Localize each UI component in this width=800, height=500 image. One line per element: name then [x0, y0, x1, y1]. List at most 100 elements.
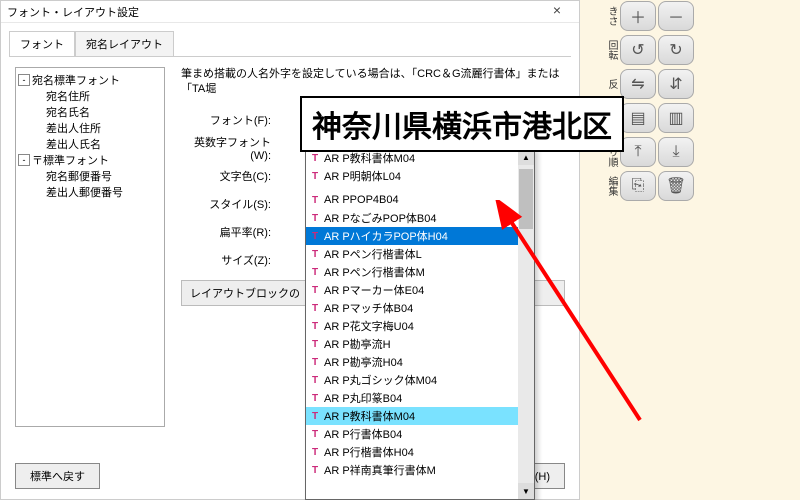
hint-text: 筆まめ搭載の人名外字を設定している場合は、「CRC＆G流麗行書体」または「TA堀 [181, 67, 565, 98]
font-item[interactable]: TAR PPOP4B04 [306, 191, 518, 209]
tab-addressee-layout[interactable]: 宛名レイアウト [75, 31, 174, 56]
truetype-icon: T [308, 247, 322, 261]
font-name: AR PなごみPOP体B04 [324, 210, 436, 226]
tab-font[interactable]: フォント [9, 31, 75, 56]
scroll-down-button[interactable]: ▼ [518, 483, 534, 499]
alnum-font-label: 英数字フォント(W): [181, 134, 271, 162]
tree-item[interactable]: -宛名標準フォント [18, 72, 162, 88]
tool-group: ▤▥ [605, 102, 735, 134]
rotate-ccw-icon[interactable]: ↺ [620, 35, 656, 65]
tree-label: 〒標準フォント [32, 152, 109, 168]
layer-back-icon[interactable]: ▥ [658, 103, 694, 133]
flip-v-icon[interactable]: ⇵ [658, 69, 694, 99]
font-dropdown-list[interactable]: TAR P教科書体M04TAR P明朝体L04TAR PPOP4B04TAR P… [305, 148, 535, 500]
font-name: AR PハイカラPOP体H04 [324, 228, 448, 244]
truetype-icon: T [308, 193, 322, 207]
copy-icon[interactable]: ⎘ [620, 171, 656, 201]
font-name: AR P丸ゴシック体M04 [324, 372, 437, 388]
tree-item[interactable]: -〒標準フォント [18, 152, 162, 168]
tree-label: 差出人住所 [46, 120, 101, 136]
minus-icon[interactable]: － [658, 1, 694, 31]
tree-item[interactable]: 差出人住所 [18, 120, 162, 136]
tree-item[interactable]: 宛名氏名 [18, 104, 162, 120]
rotate-cw-icon[interactable]: ↻ [658, 35, 694, 65]
layer-front-icon[interactable]: ▤ [620, 103, 656, 133]
image-toolbar: きさ＋－回転↺↻反⇋⇵▤▥なり順⤒⤓編集⎘🗑 [605, 0, 735, 204]
font-item[interactable]: TAR P勘亭流H04 [306, 353, 518, 371]
font-item[interactable]: TAR PハイカラPOP体H04 [306, 227, 518, 245]
scrollbar[interactable]: ▲ ▼ [518, 149, 534, 499]
truetype-icon: T [308, 463, 322, 477]
font-name: AR P行書体B04 [324, 426, 402, 442]
font-name: AR P祥南真筆行書体M [324, 462, 436, 478]
flip-h-icon[interactable]: ⇋ [620, 69, 656, 99]
tool-group-label: きさ [605, 6, 619, 26]
font-name: AR P教科書体M04 [324, 150, 415, 166]
size-label: サイズ(Z): [181, 252, 271, 268]
font-item[interactable]: TAR P丸印篆B04 [306, 389, 518, 407]
font-item[interactable]: TAR P勘亭流H [306, 335, 518, 353]
truetype-icon: T [308, 229, 322, 243]
font-item[interactable]: TAR Pペン行楷書体M [306, 263, 518, 281]
font-item[interactable]: TAR P祥南真筆行書体M [306, 461, 518, 479]
tool-group-label: 反 [605, 79, 619, 89]
tree-label: 宛名標準フォント [32, 72, 120, 88]
font-name: AR P勘亭流H04 [324, 354, 403, 370]
address-preview: 神奈川県横浜市港北区 [300, 96, 624, 152]
tree-item[interactable]: 宛名住所 [18, 88, 162, 104]
truetype-icon: T [308, 355, 322, 369]
tabs: フォント 宛名レイアウト [1, 23, 579, 56]
tree-item[interactable]: 差出人郵便番号 [18, 184, 162, 200]
scroll-thumb[interactable] [519, 169, 533, 229]
font-item[interactable]: TAR P丸ゴシック体M04 [306, 371, 518, 389]
font-name: AR P行楷書体H04 [324, 444, 414, 460]
truetype-icon: T [308, 211, 322, 225]
font-name: AR Pペン行楷書体L [324, 246, 422, 262]
bring-front-icon[interactable]: ⤒ [620, 137, 656, 167]
tree-label: 宛名氏名 [46, 104, 90, 120]
font-item[interactable]: TAR P教科書体M04 [306, 407, 518, 425]
font-item[interactable]: TAR P花文字梅U04 [306, 317, 518, 335]
truetype-icon: T [308, 169, 322, 183]
font-item[interactable]: TAR PなごみPOP体B04 [306, 209, 518, 227]
font-item[interactable]: TAR P明朝体L04 [306, 167, 518, 185]
dialog-title: フォント・レイアウト設定 [7, 4, 541, 20]
truetype-icon: T [308, 265, 322, 279]
tree-label: 宛名郵便番号 [46, 168, 112, 184]
font-item[interactable]: TAR Pマーカー体E04 [306, 281, 518, 299]
send-back-icon[interactable]: ⤓ [658, 137, 694, 167]
restore-default-button[interactable]: 標準へ戻す [15, 463, 100, 489]
tree-label: 差出人氏名 [46, 136, 101, 152]
tree-item[interactable]: 差出人氏名 [18, 136, 162, 152]
plus-icon[interactable]: ＋ [620, 1, 656, 31]
font-name: AR Pマーカー体E04 [324, 282, 424, 298]
truetype-icon: T [308, 445, 322, 459]
tool-group: 編集⎘🗑 [605, 170, 735, 202]
font-label: フォント(F): [181, 112, 271, 128]
font-item[interactable]: TAR P行書体B04 [306, 425, 518, 443]
truetype-icon: T [308, 283, 322, 297]
font-item[interactable]: TAR P行楷書体H04 [306, 443, 518, 461]
truetype-icon: T [308, 319, 322, 333]
flatness-label: 扁平率(R): [181, 224, 271, 240]
style-label: スタイル(S): [181, 196, 271, 212]
tree-label: 差出人郵便番号 [46, 184, 123, 200]
tree-item[interactable]: 宛名郵便番号 [18, 168, 162, 184]
tree-toggle[interactable]: - [18, 74, 30, 86]
font-item[interactable]: TAR Pペン行楷書体L [306, 245, 518, 263]
font-name: AR Pペン行楷書体M [324, 264, 425, 280]
font-name: AR P教科書体M04 [324, 408, 415, 424]
tool-group-label: 編集 [605, 176, 619, 196]
truetype-icon: T [308, 151, 322, 165]
close-button[interactable]: × [541, 2, 573, 22]
tree-toggle[interactable]: - [18, 154, 30, 166]
truetype-icon: T [308, 427, 322, 441]
tool-group: 回転↺↻ [605, 34, 735, 66]
font-name: AR P勘亭流H [324, 336, 391, 352]
tool-group: 反⇋⇵ [605, 68, 735, 100]
tool-group: きさ＋－ [605, 0, 735, 32]
tree-label: 宛名住所 [46, 88, 90, 104]
font-tree[interactable]: -宛名標準フォント宛名住所宛名氏名差出人住所差出人氏名-〒標準フォント宛名郵便番… [15, 67, 165, 427]
font-item[interactable]: TAR Pマッチ体B04 [306, 299, 518, 317]
trash-icon[interactable]: 🗑 [658, 171, 694, 201]
